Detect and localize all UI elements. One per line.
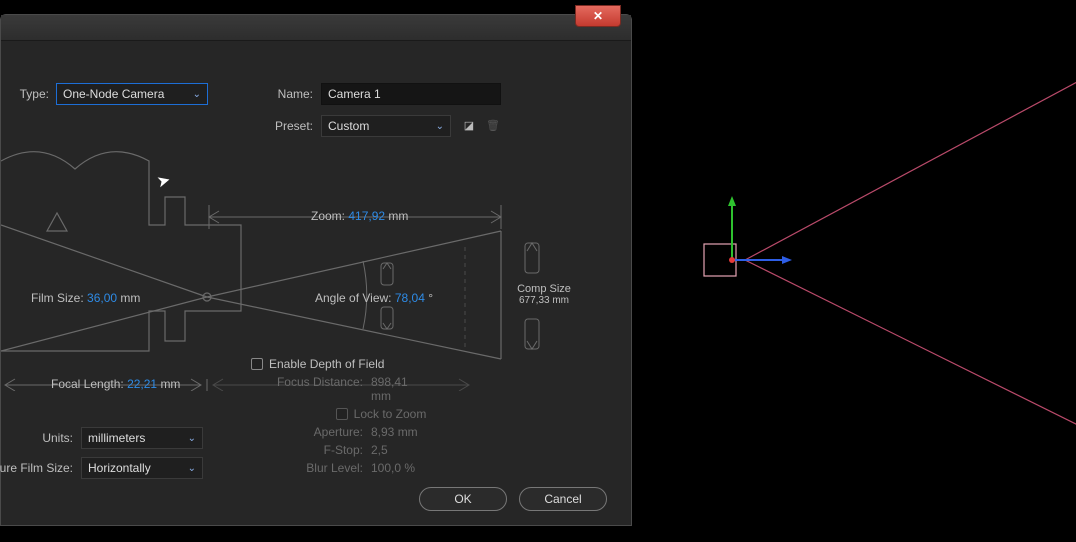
chevron-down-icon: ⌄ — [188, 433, 196, 444]
preset-value: Custom — [328, 119, 369, 133]
focus-distance-value: 898,41 mm — [371, 375, 431, 403]
enable-dof-label: Enable Depth of Field — [269, 357, 384, 371]
dialog-titlebar[interactable]: ✕ — [1, 15, 631, 41]
units-value: millimeters — [88, 431, 145, 445]
blur-value: 100,0 % — [371, 461, 431, 475]
chevron-down-icon: ⌄ — [436, 121, 444, 132]
type-value: One-Node Camera — [63, 87, 164, 101]
film-size-unit: mm — [120, 291, 140, 305]
chevron-down-icon: ⌄ — [193, 89, 201, 100]
3d-viewport[interactable] — [632, 14, 1076, 542]
units-select[interactable]: millimeters ⌄ — [81, 427, 203, 449]
name-input[interactable]: Camera 1 — [321, 83, 501, 105]
aperture-value: 8,93 mm — [371, 425, 431, 439]
film-size-label: Film Size: — [31, 291, 84, 305]
type-select[interactable]: One-Node Camera ⌄ — [56, 83, 208, 105]
lock-zoom-checkbox — [336, 408, 348, 420]
measure-film-size-value: Horizontally — [88, 461, 151, 475]
close-icon: ✕ — [593, 9, 603, 23]
zoom-label: Zoom: — [311, 209, 345, 223]
ok-button[interactable]: OK — [419, 487, 507, 511]
close-button[interactable]: ✕ — [575, 5, 621, 27]
lock-zoom-row: Lock to Zoom — [251, 407, 511, 421]
name-label: Name: — [273, 87, 313, 101]
enable-dof-checkbox[interactable] — [251, 358, 263, 370]
angle-unit: ° — [428, 291, 433, 305]
focal-label: Focal Length: — [51, 377, 124, 391]
film-size-value[interactable]: 36,00 — [87, 291, 117, 305]
blur-label: Blur Level: — [253, 461, 363, 475]
lock-zoom-label: Lock to Zoom — [354, 407, 427, 421]
preset-select[interactable]: Custom ⌄ — [321, 115, 451, 137]
measure-film-size-select[interactable]: Horizontally ⌄ — [81, 457, 203, 479]
angle-label: Angle of View: — [315, 291, 392, 305]
type-label: Type: — [5, 87, 49, 101]
camera-diagram: Zoom: 417,92 mm Film Size: 36,00 mm Angl… — [1, 151, 611, 381]
save-preset-icon[interactable]: ◪ — [461, 117, 477, 133]
angle-value[interactable]: 78,04 — [395, 291, 425, 305]
delete-preset-icon: 🗑 — [485, 117, 501, 133]
fstop-value: 2,5 — [371, 443, 431, 457]
enable-dof-row[interactable]: Enable Depth of Field — [251, 357, 511, 371]
camera-settings-dialog: ✕ Type: One-Node Camera ⌄ Name: Camera 1… — [0, 14, 632, 526]
focal-unit: mm — [160, 377, 180, 391]
zoom-value[interactable]: 417,92 — [348, 209, 385, 223]
aperture-label: Aperture: — [253, 425, 363, 439]
comp-size-value: 677,33 mm — [509, 295, 579, 306]
measure-film-size-label: asure Film Size: — [0, 461, 73, 475]
focus-distance-label: Focus Distance: — [253, 375, 363, 403]
units-label: Units: — [21, 431, 73, 445]
focal-value[interactable]: 22,21 — [127, 377, 157, 391]
comp-size-label: Comp Size — [509, 283, 579, 295]
preset-label: Preset: — [269, 119, 313, 133]
fstop-label: F-Stop: — [253, 443, 363, 457]
chevron-down-icon: ⌄ — [188, 463, 196, 474]
zoom-unit: mm — [388, 209, 408, 223]
cancel-button[interactable]: Cancel — [519, 487, 607, 511]
